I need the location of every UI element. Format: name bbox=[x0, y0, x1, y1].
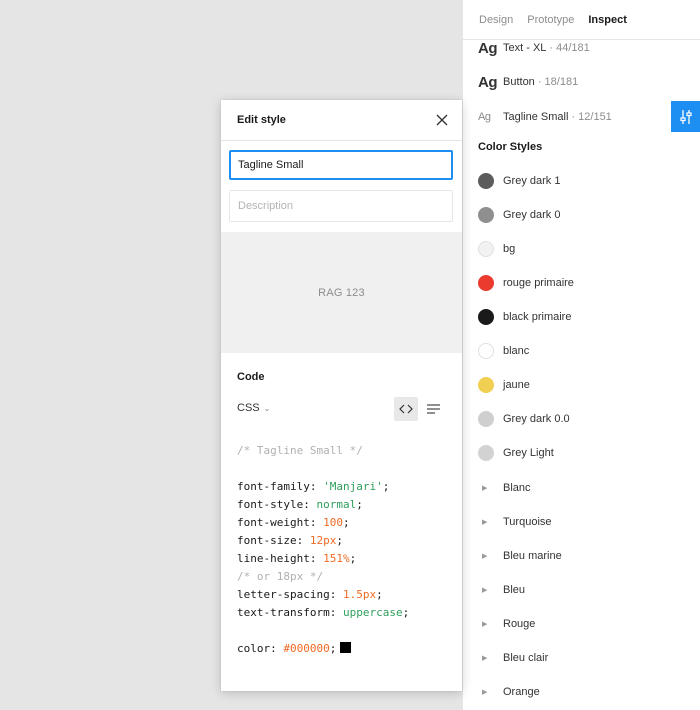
caret-right-icon: ▶ bbox=[482, 689, 488, 696]
code-line: font-size: 12px; bbox=[237, 534, 343, 547]
color-style-name: Grey Light bbox=[503, 447, 554, 459]
color-style-item[interactable]: Grey dark 0.0 bbox=[478, 409, 570, 429]
caret-right-icon: ▶ bbox=[482, 587, 488, 594]
text-style-icon: Ag bbox=[478, 73, 498, 91]
code-line: color: #000000; bbox=[237, 640, 409, 658]
color-style-item[interactable]: jaune bbox=[478, 375, 530, 395]
color-style-item[interactable]: Grey dark 1 bbox=[478, 171, 560, 191]
color-style-name: jaune bbox=[503, 379, 530, 391]
text-style-icon: Ag bbox=[478, 111, 491, 123]
color-group-item[interactable]: ▶ Rouge bbox=[482, 614, 535, 634]
text-style-name: Tagline Small bbox=[503, 111, 569, 123]
text-style-item-selected[interactable]: Ag Tagline Small · 12/151 bbox=[478, 107, 612, 127]
code-line: text-transform: uppercase; bbox=[237, 606, 410, 619]
text-style-name: Text - XL bbox=[503, 42, 547, 54]
tab-design[interactable]: Design bbox=[479, 14, 513, 26]
color-style-name: Grey dark 0 bbox=[503, 209, 561, 221]
tab-inspect[interactable]: Inspect bbox=[588, 14, 627, 26]
color-group-name: Blanc bbox=[503, 482, 531, 494]
color-group-item[interactable]: ▶ Turquoise bbox=[482, 512, 552, 532]
color-styles-heading: Color Styles bbox=[478, 141, 543, 153]
color-swatch bbox=[478, 275, 494, 291]
color-style-item[interactable]: Grey Light bbox=[478, 443, 554, 463]
color-group-name: Bleu marine bbox=[503, 550, 562, 562]
style-preview: RAG 123 bbox=[221, 232, 462, 353]
color-group-name: Rouge bbox=[503, 618, 536, 630]
code-line: font-family: 'Manjari'; bbox=[237, 480, 390, 493]
color-swatch bbox=[478, 445, 494, 461]
caret-right-icon: ▶ bbox=[482, 553, 488, 560]
color-style-item[interactable]: Grey dark 0 bbox=[478, 205, 560, 225]
code-view-button[interactable] bbox=[394, 397, 418, 421]
color-group-name: Orange bbox=[503, 686, 540, 698]
text-style-count: 18/181 bbox=[544, 76, 579, 88]
modal-title: Edit style bbox=[237, 114, 286, 126]
close-button[interactable] bbox=[434, 112, 450, 128]
code-icon bbox=[399, 404, 413, 414]
color-swatch bbox=[478, 343, 494, 359]
style-name-input[interactable] bbox=[229, 150, 453, 180]
code-line: line-height: 151%; bbox=[237, 552, 357, 565]
color-style-name: bg bbox=[503, 243, 516, 255]
color-chip bbox=[340, 642, 352, 653]
text-style-icon: Ag bbox=[478, 39, 498, 57]
caret-right-icon: ▶ bbox=[482, 621, 488, 628]
color-swatch bbox=[478, 173, 494, 189]
edit-style-modal: Edit style RAG 123 Code CSS ⌄ /* Tagline… bbox=[221, 100, 462, 691]
code-line: font-weight: 100; bbox=[237, 516, 350, 529]
preview-text: RAG 123 bbox=[318, 286, 365, 299]
color-style-name: blanc bbox=[503, 345, 530, 357]
language-select[interactable]: CSS ⌄ bbox=[237, 402, 270, 414]
caret-right-icon: ▶ bbox=[482, 485, 488, 492]
color-group-item[interactable]: ▶ Blanc bbox=[482, 478, 531, 498]
modal-header: Edit style bbox=[221, 100, 462, 141]
color-style-item[interactable]: blanc bbox=[478, 341, 529, 361]
code-heading: Code bbox=[237, 371, 265, 383]
text-style-count: 12/151 bbox=[578, 111, 612, 123]
color-swatch bbox=[478, 207, 494, 223]
color-group-name: Turquoise bbox=[503, 516, 552, 528]
color-swatch bbox=[478, 309, 494, 325]
tab-prototype[interactable]: Prototype bbox=[527, 14, 574, 26]
text-style-count: 44/181 bbox=[556, 42, 590, 54]
text-style-name: Button bbox=[503, 76, 535, 88]
list-view-button[interactable] bbox=[421, 397, 445, 421]
style-settings-button[interactable] bbox=[671, 101, 700, 132]
color-style-item[interactable]: bg bbox=[478, 239, 515, 259]
color-style-name: Grey dark 1 bbox=[503, 175, 561, 187]
code-line: font-style: normal; bbox=[237, 498, 363, 511]
description-input[interactable] bbox=[229, 190, 453, 222]
color-style-name: rouge primaire bbox=[503, 277, 574, 289]
color-swatch bbox=[478, 241, 494, 257]
close-icon bbox=[436, 114, 448, 126]
color-swatch bbox=[478, 411, 494, 427]
chevron-down-icon: ⌄ bbox=[263, 403, 271, 413]
color-group-name: Bleu bbox=[503, 584, 526, 596]
text-style-item[interactable]: Ag Text - XL · 44/181 bbox=[478, 38, 590, 58]
sliders-icon bbox=[679, 109, 692, 124]
color-style-item[interactable]: rouge primaire bbox=[478, 273, 574, 293]
color-style-item[interactable]: black primaire bbox=[478, 307, 571, 327]
color-group-item[interactable]: ▶ Bleu bbox=[482, 580, 525, 600]
text-align-icon bbox=[426, 404, 440, 414]
css-code-block: /* Tagline Small */ font-family: 'Manjar… bbox=[237, 442, 409, 658]
language-value: CSS bbox=[237, 402, 260, 414]
color-group-name: Bleu clair bbox=[503, 652, 549, 664]
code-comment: /* Tagline Small */ bbox=[237, 444, 363, 457]
color-group-item[interactable]: ▶ Orange bbox=[482, 682, 540, 702]
color-group-item[interactable]: ▶ Bleu marine bbox=[482, 546, 562, 566]
text-style-item[interactable]: Ag Button · 18/181 bbox=[478, 72, 578, 92]
color-swatch bbox=[478, 377, 494, 393]
code-line: letter-spacing: 1.5px; bbox=[237, 588, 383, 601]
caret-right-icon: ▶ bbox=[482, 519, 488, 526]
color-group-item[interactable]: ▶ Bleu clair bbox=[482, 648, 548, 668]
color-style-name: Grey dark 0.0 bbox=[503, 413, 570, 425]
color-style-name: black primaire bbox=[503, 311, 572, 323]
code-comment: /* or 18px */ bbox=[237, 570, 324, 583]
caret-right-icon: ▶ bbox=[482, 655, 488, 662]
panel-tabs: Design Prototype Inspect bbox=[463, 0, 700, 40]
